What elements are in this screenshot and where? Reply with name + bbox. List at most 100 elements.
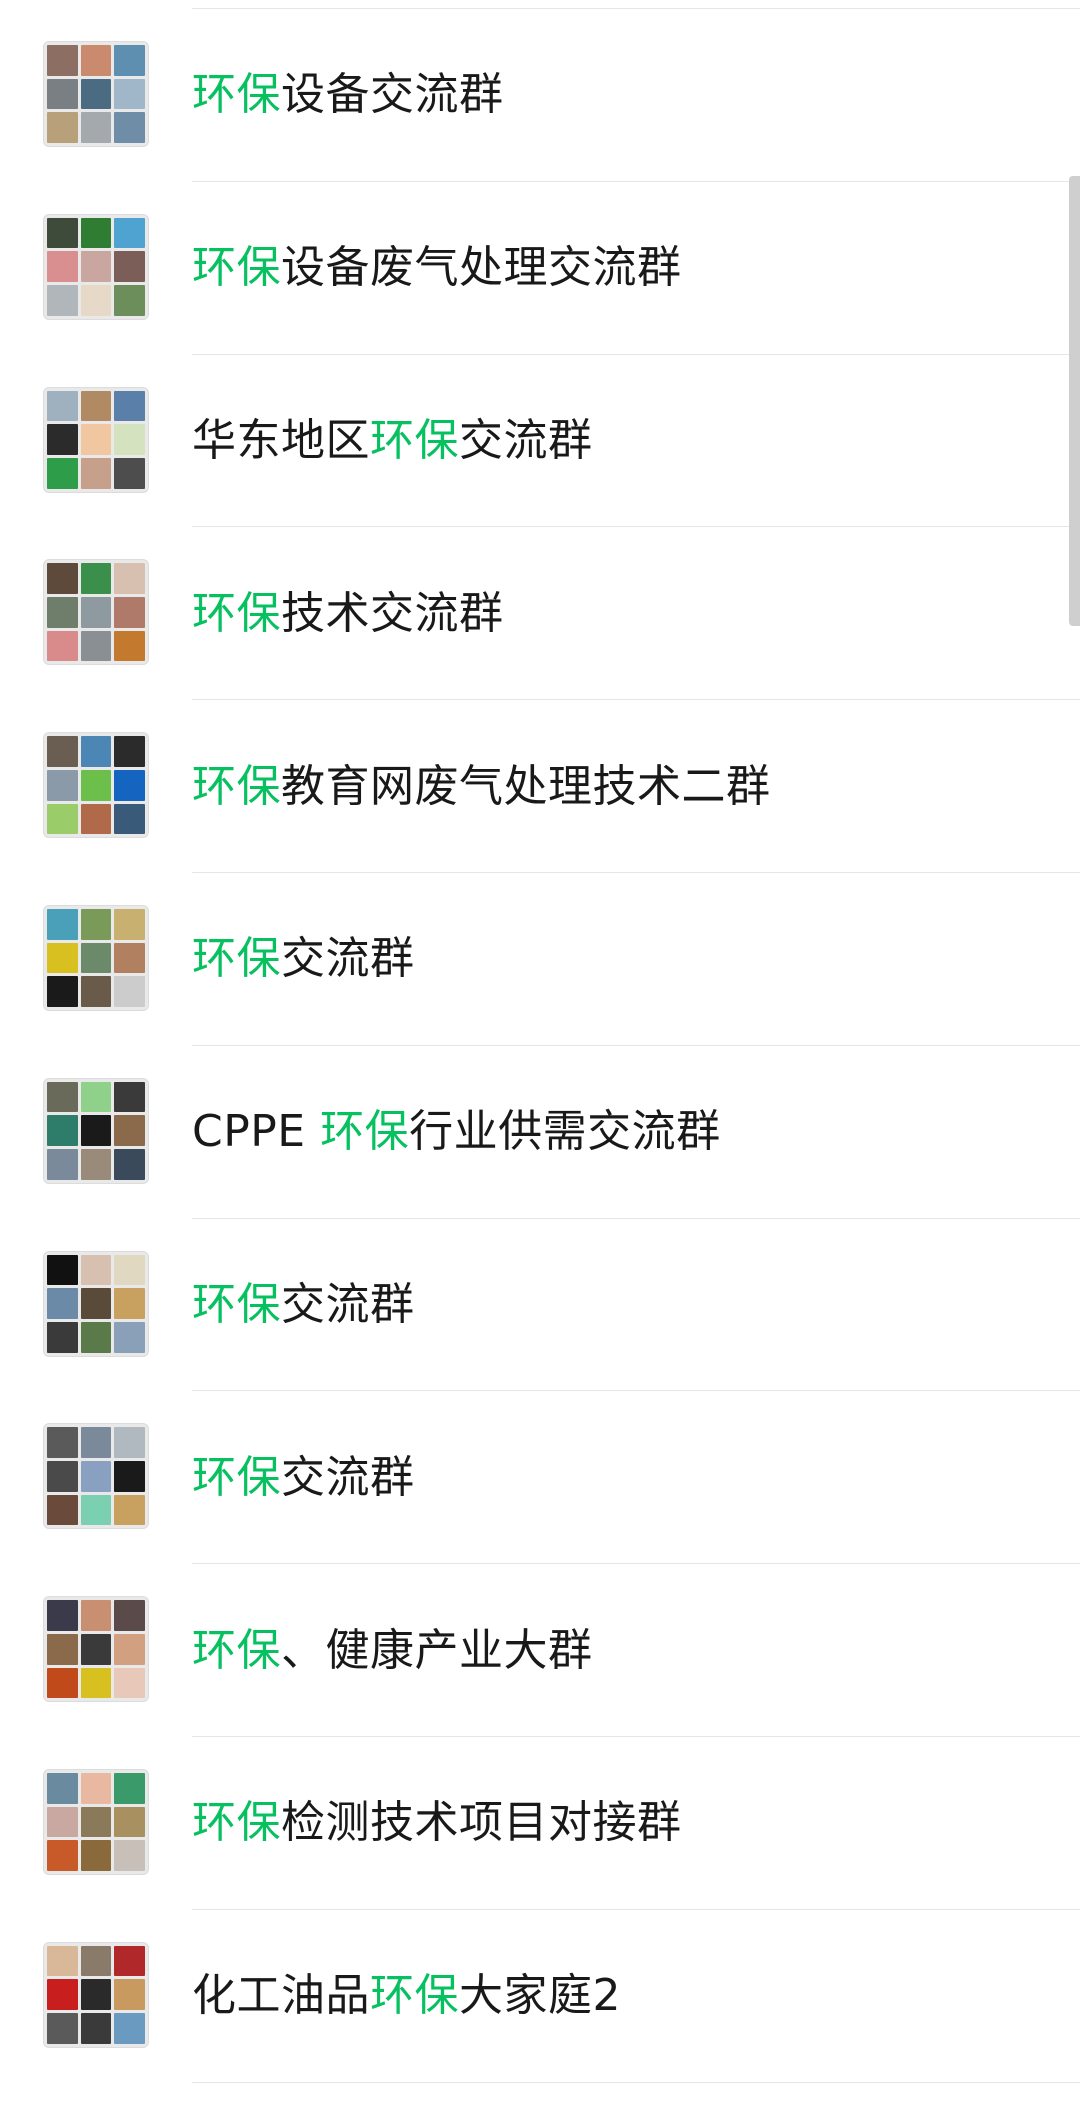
member-avatar-tile bbox=[114, 1945, 145, 1977]
group-name-prefix: CPPE bbox=[192, 1106, 321, 1158]
search-keyword-highlight: 环保 bbox=[192, 587, 281, 639]
member-avatar-tile bbox=[80, 457, 112, 489]
member-avatar-tile bbox=[47, 736, 78, 767]
member-avatar-tile bbox=[114, 942, 145, 974]
group-name: 环保、健康产业大群 bbox=[192, 1623, 593, 1679]
group-name-suffix: 交流群 bbox=[459, 414, 593, 466]
member-avatar-tile bbox=[114, 1427, 145, 1459]
member-avatar-tile bbox=[80, 45, 112, 76]
group-list-item[interactable]: 环保设备废气处理交流群 bbox=[0, 182, 1080, 355]
member-avatar-tile bbox=[114, 563, 145, 595]
member-avatar-tile bbox=[80, 630, 112, 662]
group-name: 华东地区环保交流群 bbox=[192, 413, 593, 469]
group-avatar bbox=[43, 1768, 149, 1875]
group-search-results-list: 环保设备交流群 环保设备废气处理交流群 华东地区环保交流群 环保技术交流群 环保教育网废… bbox=[0, 9, 1080, 2083]
group-name: 环保检测技术项目对接群 bbox=[192, 1795, 682, 1851]
group-avatar bbox=[43, 1596, 149, 1703]
member-avatar-tile bbox=[80, 78, 112, 110]
member-avatar-tile bbox=[80, 942, 112, 974]
group-name-suffix: 设备交流群 bbox=[281, 69, 504, 121]
member-avatar-tile bbox=[114, 976, 145, 1007]
member-avatar-tile bbox=[80, 597, 112, 628]
group-name: 环保交流群 bbox=[192, 1450, 415, 1506]
member-avatar-tile bbox=[114, 1806, 145, 1838]
member-avatar-tile bbox=[80, 1840, 112, 1871]
member-avatar-tile bbox=[47, 1115, 78, 1147]
search-keyword-highlight: 环保 bbox=[192, 1624, 281, 1676]
group-avatar bbox=[43, 904, 149, 1011]
group-name-suffix: 技术交流群 bbox=[281, 587, 504, 639]
member-avatar-tile bbox=[114, 630, 145, 662]
member-avatar-tile bbox=[47, 1427, 78, 1459]
group-list-item[interactable]: 环保检测技术项目对接群 bbox=[0, 1737, 1080, 1910]
member-avatar-tile bbox=[80, 976, 112, 1007]
member-avatar-tile bbox=[47, 908, 78, 940]
member-avatar-tile bbox=[47, 45, 78, 76]
member-avatar-tile bbox=[114, 908, 145, 940]
member-avatar-tile bbox=[80, 1321, 112, 1353]
member-avatar-tile bbox=[114, 1840, 145, 1871]
scrollbar[interactable] bbox=[1069, 176, 1080, 626]
group-list-item[interactable]: CPPE 环保行业供需交流群 bbox=[0, 1046, 1080, 1219]
member-avatar-tile bbox=[114, 457, 145, 489]
member-avatar-tile bbox=[47, 942, 78, 974]
group-list-item[interactable]: 环保、健康产业大群 bbox=[0, 1564, 1080, 1737]
member-avatar-tile bbox=[47, 2013, 78, 2044]
member-avatar-tile bbox=[80, 1979, 112, 2011]
search-keyword-highlight: 环保 bbox=[192, 1278, 281, 1330]
group-name: 环保设备交流群 bbox=[192, 67, 504, 123]
member-avatar-tile bbox=[80, 424, 112, 455]
group-list-item[interactable]: 华东地区环保交流群 bbox=[0, 355, 1080, 528]
search-keyword-highlight: 环保 bbox=[192, 760, 281, 812]
member-avatar-tile bbox=[114, 736, 145, 767]
group-name-suffix: 大家庭2 bbox=[459, 1970, 621, 2022]
search-keyword-highlight: 环保 bbox=[192, 933, 281, 985]
member-avatar-tile bbox=[114, 1494, 145, 1526]
member-avatar-tile bbox=[114, 1979, 145, 2011]
member-avatar-tile bbox=[80, 563, 112, 595]
member-avatar-tile bbox=[114, 285, 145, 316]
member-avatar-tile bbox=[47, 1288, 78, 1319]
group-avatar bbox=[43, 1941, 149, 2048]
member-avatar-tile bbox=[80, 1288, 112, 1319]
member-avatar-tile bbox=[114, 1600, 145, 1631]
member-avatar-tile bbox=[47, 1772, 78, 1804]
member-avatar-tile bbox=[80, 1494, 112, 1526]
group-name: 环保交流群 bbox=[192, 931, 415, 987]
group-avatar bbox=[43, 732, 149, 839]
member-avatar-tile bbox=[114, 217, 145, 249]
group-avatar bbox=[43, 1250, 149, 1357]
group-list-item[interactable]: 环保设备交流群 bbox=[0, 9, 1080, 182]
member-avatar-tile bbox=[114, 251, 145, 283]
group-list-item[interactable]: 环保交流群 bbox=[0, 1219, 1080, 1392]
member-avatar-tile bbox=[47, 424, 78, 455]
member-avatar-tile bbox=[47, 457, 78, 489]
member-avatar-tile bbox=[80, 1254, 112, 1286]
group-name-suffix: 设备废气处理交流群 bbox=[281, 242, 682, 294]
member-avatar-tile bbox=[80, 217, 112, 249]
member-avatar-tile bbox=[47, 285, 78, 316]
group-list-item[interactable]: 环保交流群 bbox=[0, 873, 1080, 1046]
group-list-item[interactable]: 环保交流群 bbox=[0, 1391, 1080, 1564]
member-avatar-tile bbox=[114, 803, 145, 835]
member-avatar-tile bbox=[80, 1633, 112, 1665]
group-name-suffix: 、健康产业大群 bbox=[281, 1624, 593, 1676]
group-avatar bbox=[43, 41, 149, 147]
member-avatar-tile bbox=[80, 1772, 112, 1804]
member-avatar-tile bbox=[114, 1667, 145, 1699]
group-name-prefix: 华东地区 bbox=[192, 414, 370, 466]
group-name-suffix: 检测技术项目对接群 bbox=[281, 1797, 682, 1849]
member-avatar-tile bbox=[80, 1806, 112, 1838]
member-avatar-tile bbox=[47, 78, 78, 110]
group-list-item[interactable]: 环保技术交流群 bbox=[0, 527, 1080, 700]
member-avatar-tile bbox=[47, 1149, 78, 1180]
member-avatar-tile bbox=[114, 112, 145, 143]
member-avatar-tile bbox=[47, 1667, 78, 1699]
group-list-item[interactable]: 环保教育网废气处理技术二群 bbox=[0, 700, 1080, 873]
member-avatar-tile bbox=[80, 1461, 112, 1492]
member-avatar-tile bbox=[80, 736, 112, 767]
group-avatar bbox=[43, 213, 149, 320]
member-avatar-tile bbox=[80, 908, 112, 940]
group-name: 环保教育网废气处理技术二群 bbox=[192, 759, 771, 815]
group-list-item[interactable]: 化工油品环保大家庭2 bbox=[0, 1910, 1080, 2083]
